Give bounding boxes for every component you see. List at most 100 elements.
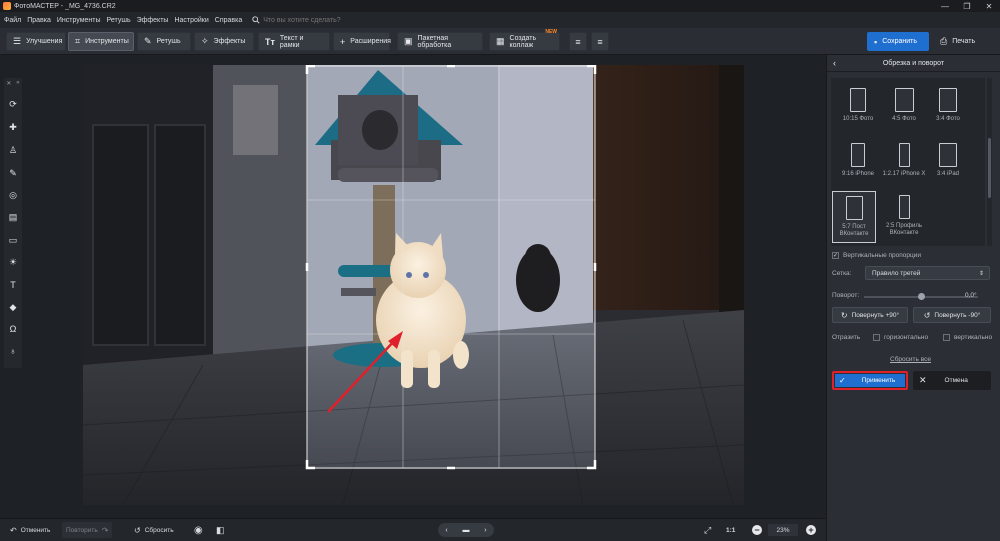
compare-icon[interactable]: ◧: [212, 522, 229, 538]
fit-screen-icon[interactable]: ⤢: [700, 522, 715, 538]
tab-extensions[interactable]: + Расширения: [333, 32, 391, 51]
rotate-crop-icon[interactable]: ⟳: [7, 98, 19, 110]
flip-horizontal-option[interactable]: горизонтально: [873, 334, 928, 341]
vertical-proportions-checkbox[interactable]: ✓: [832, 252, 839, 259]
preset-frame-icon: [939, 88, 957, 112]
panel-header: ‹ Обрезка и поворот: [827, 55, 1000, 72]
menu-effects[interactable]: Эффекты: [137, 17, 169, 24]
save-button[interactable]: ▪ Сохранить: [867, 32, 929, 51]
preview-eye-icon[interactable]: ◉: [190, 522, 207, 538]
zoom-1-1-button[interactable]: 1:1: [722, 522, 739, 538]
preset-2-5-vk-profile[interactable]: 2:5 Профиль ВКонтакте: [882, 195, 926, 237]
reset-all-link[interactable]: Сбросить все: [890, 356, 931, 363]
tab-text-frames[interactable]: Tт Текст и рамки: [258, 32, 330, 51]
bulb-icon[interactable]: ♁: [7, 345, 19, 357]
batch-icon: ▣: [404, 36, 413, 46]
gradient-icon[interactable]: ▤: [7, 211, 19, 223]
list-settings-icon: ≡: [597, 36, 603, 47]
app-logo-icon: [3, 2, 11, 10]
back-arrow-icon[interactable]: ‹: [833, 58, 836, 68]
apply-button[interactable]: ✓ Применить: [832, 371, 908, 390]
vertical-proportions-row[interactable]: ✓ Вертикальные пропорции: [832, 252, 921, 259]
menu-edit[interactable]: Правка: [27, 17, 51, 24]
prev-photo-icon[interactable]: ‹: [445, 527, 447, 534]
preset-frame-icon: [850, 88, 866, 112]
undo-button[interactable]: ↶ Отменить: [6, 522, 54, 538]
menu-tools[interactable]: Инструменты: [57, 17, 101, 24]
redo-button[interactable]: Повторить ↷: [62, 522, 113, 538]
fill-icon[interactable]: ◆: [7, 301, 19, 313]
panel-title: Обрезка и поворот: [882, 59, 945, 67]
brush-icon: ✎: [144, 36, 152, 46]
strip-collapse[interactable]: ✕ «: [4, 78, 22, 88]
grid-select[interactable]: Правило третей ⇕: [865, 266, 990, 280]
tab-retouch[interactable]: ✎ Ретушь: [137, 32, 191, 51]
stamp-icon[interactable]: ♙: [7, 144, 19, 156]
preset-3-4-ipad[interactable]: 3:4 iPad: [926, 143, 970, 178]
minimize-button[interactable]: —: [934, 0, 956, 12]
undo-icon: ↶: [10, 525, 17, 535]
rotation-label: Поворот:: [832, 292, 860, 299]
sliders-icon: ☰: [13, 36, 22, 46]
title-bar: ФотоМАСТЕР - _MG_4736.CR2 — ❐ ✕: [0, 0, 1000, 12]
check-icon: ✓: [839, 376, 846, 385]
rotate-minus-90-button[interactable]: ↺ Повернуть -90°: [913, 307, 991, 323]
preset-10-15[interactable]: 10:15 Фото: [836, 88, 880, 123]
vignette-icon[interactable]: ▭: [7, 234, 19, 246]
tab-effects[interactable]: ✧ Эффекты: [194, 32, 254, 51]
preset-3-4[interactable]: 3:4 Фото: [926, 88, 970, 123]
rotate-plus-90-button[interactable]: ↻ Повернуть +90°: [832, 307, 908, 323]
light-icon[interactable]: ☀: [7, 256, 19, 268]
preset-frame-icon: [898, 195, 910, 219]
list-add-icon: ≡: [575, 36, 581, 47]
search-input[interactable]: [263, 16, 374, 24]
tab-tools[interactable]: ⌗ Инструменты: [68, 32, 134, 51]
reset-button[interactable]: ↺ Сбросить: [130, 522, 178, 538]
photo-navigation: ‹ ▬ ›: [438, 523, 494, 537]
folder-icon[interactable]: ▬: [462, 527, 469, 534]
preset-5-7-vk-post[interactable]: 5:7 Пост ВКонтакте: [832, 191, 876, 243]
flip-horizontal-checkbox[interactable]: [873, 334, 880, 341]
preset-frame-icon: [851, 143, 865, 167]
collapse-icon[interactable]: «: [16, 80, 19, 86]
bottom-bar: ↶ Отменить Повторить ↷ ↺ Сбросить ◉ ◧ ‹ ▬ ›…: [0, 518, 826, 541]
text-tool-icon[interactable]: T: [7, 279, 19, 291]
photo-canvas[interactable]: [83, 65, 744, 505]
zoom-value[interactable]: 23%: [768, 524, 798, 536]
queue-add-button[interactable]: ≡: [569, 32, 587, 51]
preset-9-16-iphone[interactable]: 9:16 iPhone: [836, 143, 880, 178]
zoom-out-icon[interactable]: −: [752, 525, 762, 535]
zoom-in-icon[interactable]: +: [806, 525, 816, 535]
menu-search: [252, 16, 374, 24]
create-collage-button[interactable]: ▦ Создать коллаж NEW: [489, 29, 560, 51]
preset-frame-icon: [898, 143, 910, 167]
maximize-button[interactable]: ❐: [956, 0, 978, 12]
brush-tool-icon[interactable]: ✎: [7, 167, 19, 179]
scrollbar-thumb[interactable]: [988, 138, 991, 198]
slider-knob[interactable]: [917, 293, 925, 300]
preset-4-5[interactable]: 4:5 Фото: [882, 88, 926, 123]
flip-vertical-checkbox[interactable]: [943, 334, 950, 341]
radial-icon[interactable]: ◎: [7, 189, 19, 201]
menu-retouch[interactable]: Ретушь: [107, 17, 131, 24]
patch-icon[interactable]: ✚: [7, 121, 19, 133]
main-toolbar: ☰ Улучшения ⌗ Инструменты ✎ Ретушь ✧ Эффекты…: [0, 28, 1000, 55]
presets-scrollbar[interactable]: [987, 78, 992, 246]
flip-label: Отразить: [832, 334, 861, 341]
close-window-button[interactable]: ✕: [978, 0, 1000, 12]
print-button[interactable]: ⎙ Печать: [933, 32, 987, 51]
menu-file[interactable]: Файл: [4, 17, 21, 24]
tab-enhancements[interactable]: ☰ Улучшения: [6, 32, 66, 51]
cancel-button[interactable]: ✕ Отмена: [913, 371, 991, 390]
rotation-slider[interactable]: [864, 293, 978, 300]
next-photo-icon[interactable]: ›: [484, 527, 486, 534]
sparkle-icon: ✧: [201, 36, 209, 46]
menu-help[interactable]: Справка: [215, 17, 242, 24]
queue-settings-button[interactable]: ≡: [591, 32, 609, 51]
magnet-icon[interactable]: Ω: [7, 323, 19, 335]
preset-iphone-x[interactable]: 1:2.17 iPhone X: [882, 143, 926, 178]
flip-vertical-option[interactable]: вертикально: [943, 334, 992, 341]
menu-settings[interactable]: Настройки: [174, 17, 208, 24]
close-icon[interactable]: ✕: [6, 80, 11, 87]
batch-processing-button[interactable]: ▣ Пакетная обработка: [397, 32, 483, 51]
